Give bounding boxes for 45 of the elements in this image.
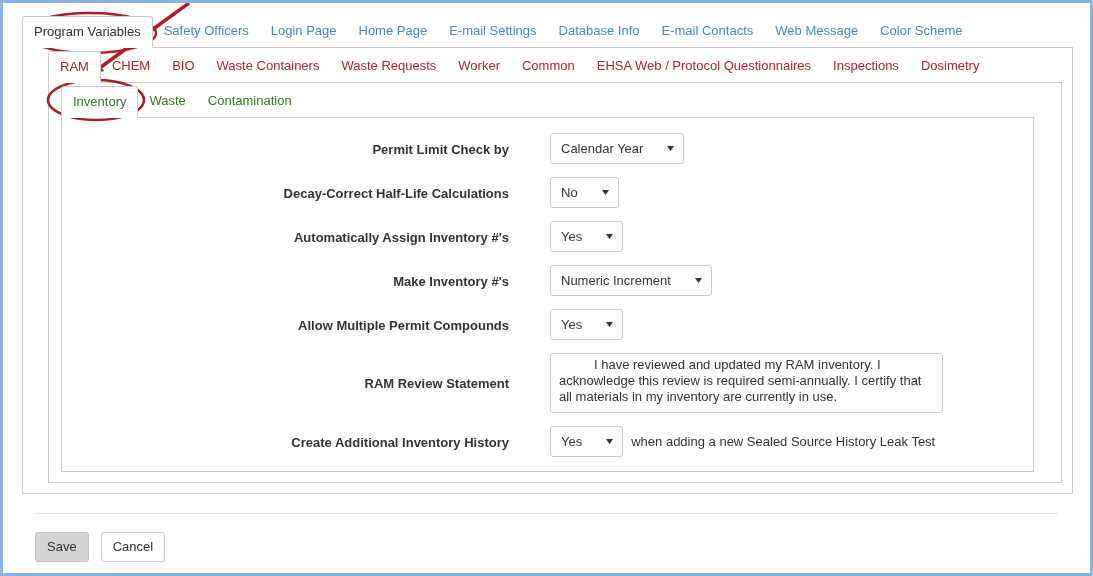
caret-icon xyxy=(667,146,675,151)
tab[interactable]: Inspections xyxy=(822,50,910,82)
tab[interactable]: Dosimetry xyxy=(909,50,991,82)
tab[interactable]: BIO xyxy=(161,50,206,82)
field-label: Automatically Assign Inventory #'s xyxy=(294,229,509,245)
tab[interactable]: Contamination xyxy=(196,85,303,117)
tab[interactable]: Safety Officers xyxy=(152,15,260,47)
tab[interactable]: Login Page xyxy=(259,15,348,47)
tab[interactable]: Database Info xyxy=(547,15,651,47)
tab[interactable]: EHSA Web / Protocol Questionnaires xyxy=(585,50,823,82)
tab[interactable]: Web Message xyxy=(764,15,870,47)
text-area[interactable]: I have reviewed and updated my RAM inventory. I acknowledge this review is required semi-annually. I certify that all materials in my inventory are currently in use. xyxy=(550,353,943,413)
field-label: Make Inventory #'s xyxy=(393,273,509,289)
field-label: RAM Review Statement xyxy=(364,376,509,391)
tab[interactable]: Waste Requests xyxy=(330,50,448,82)
caret-icon xyxy=(606,322,614,327)
cancel-button[interactable]: Cancel xyxy=(100,532,166,562)
save-button[interactable]: Save xyxy=(35,532,89,562)
caret-icon xyxy=(606,234,614,239)
caret-icon xyxy=(606,439,614,444)
tab[interactable]: Inventory xyxy=(61,86,139,118)
field-label: Decay-Correct Half-Life Calculations xyxy=(283,185,509,201)
tab[interactable]: E-mail Contacts xyxy=(650,15,765,47)
tab[interactable]: Home Page xyxy=(347,15,439,47)
tab[interactable]: E-mail Settings xyxy=(438,15,548,47)
dropdown[interactable]: Numeric Increment xyxy=(550,265,712,296)
field-label: Permit Limit Check by xyxy=(372,141,509,157)
caret-icon xyxy=(694,278,702,283)
field-label: Create Additional Inventory History xyxy=(291,434,509,450)
dropdown[interactable]: No xyxy=(550,177,619,208)
field-label: Allow Multiple Permit Compounds xyxy=(298,317,509,333)
tab[interactable]: Worker xyxy=(447,50,511,82)
tab[interactable]: CHEM xyxy=(100,50,162,82)
caret-icon xyxy=(601,190,609,195)
dropdown[interactable]: Yes xyxy=(550,309,624,340)
dropdown[interactable]: Yes xyxy=(550,426,624,457)
tab[interactable]: Waste xyxy=(138,85,197,117)
tab[interactable]: RAM xyxy=(48,51,101,83)
dropdown[interactable]: Calendar Year xyxy=(550,133,685,164)
tab[interactable]: Common xyxy=(511,50,586,82)
field-note: when adding a new Sealed Source History Leak Test xyxy=(631,432,936,451)
tab[interactable]: Waste Containers xyxy=(205,50,331,82)
tab[interactable]: Color Scheme xyxy=(869,15,974,47)
tab[interactable]: Program Variables xyxy=(22,16,153,48)
dropdown[interactable]: Yes xyxy=(550,221,624,252)
